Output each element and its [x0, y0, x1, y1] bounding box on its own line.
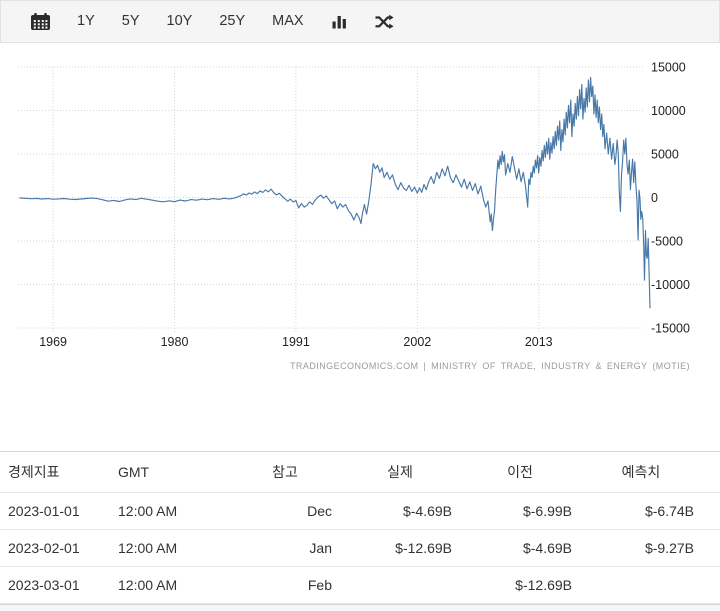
- table-header-row: 경제지표 GMT 참고 실제 이전 예측치: [0, 452, 720, 493]
- table-cell: $-6.99B: [460, 493, 580, 530]
- table-cell: $-4.69B: [460, 530, 580, 567]
- calendar-table: 경제지표 GMT 참고 실제 이전 예측치 2023-01-0112:00 AM…: [0, 451, 720, 604]
- table-cell: 12:00 AM: [110, 567, 230, 604]
- chart-gridlines: [18, 67, 645, 332]
- col-header-reference: 참고: [230, 452, 340, 493]
- range-button-10y[interactable]: 10Y: [167, 14, 193, 29]
- y-axis-label: -10000: [651, 278, 690, 292]
- table-cell: 2023-01-01: [0, 493, 110, 530]
- table-cell: $-4.69B: [340, 493, 460, 530]
- table-cell: $-6.74B: [580, 493, 720, 530]
- table-cell: Jan: [230, 530, 340, 567]
- bar-chart-icon[interactable]: [331, 13, 348, 30]
- table-cell: $-12.69B: [340, 530, 460, 567]
- y-axis-label: -5000: [651, 235, 683, 249]
- table-row[interactable]: 2023-03-0112:00 AMFeb $-12.69B: [0, 567, 720, 604]
- y-axis-label: -15000: [651, 322, 690, 336]
- range-button-25y[interactable]: 25Y: [219, 14, 245, 29]
- calendar-icon[interactable]: [31, 13, 50, 30]
- y-axis-label: 5000: [651, 148, 679, 162]
- table-cell: 2023-03-01: [0, 567, 110, 604]
- table-cell: 12:00 AM: [110, 530, 230, 567]
- table-cell: 12:00 AM: [110, 493, 230, 530]
- series-line: [20, 77, 650, 308]
- table-row[interactable]: 2023-01-0112:00 AMDec$-4.69B$-6.99B$-6.7…: [0, 493, 720, 530]
- col-header-gmt: GMT: [110, 452, 230, 493]
- chart-attribution: TRADINGECONOMICS.COM | MINISTRY OF TRADE…: [290, 361, 690, 371]
- table-cell: $-12.69B: [460, 567, 580, 604]
- table-cell: Dec: [230, 493, 340, 530]
- range-button-max[interactable]: MAX: [272, 14, 303, 29]
- col-header-actual: 실제: [340, 452, 460, 493]
- chart-canvas[interactable]: 15000 10000 5000 0 -5000 -10000 -15000 1969 1980…: [0, 43, 720, 383]
- y-axis-label: 15000: [651, 61, 686, 75]
- x-axis-label: 1991: [282, 335, 310, 349]
- table-body: 2023-01-0112:00 AMDec$-4.69B$-6.99B$-6.7…: [0, 493, 720, 604]
- table-cell: Feb: [230, 567, 340, 604]
- table-row[interactable]: 2023-02-0112:00 AMJan$-12.69B$-4.69B$-9.…: [0, 530, 720, 567]
- table-cell: [580, 567, 720, 604]
- table-cell: [340, 567, 460, 604]
- table-cell: $-9.27B: [580, 530, 720, 567]
- range-button-1y[interactable]: 1Y: [77, 14, 95, 29]
- x-axis-label: 1969: [39, 335, 67, 349]
- table-cell: 2023-02-01: [0, 530, 110, 567]
- x-axis-label: 1980: [161, 335, 189, 349]
- col-header-indicator: 경제지표: [0, 452, 110, 493]
- y-axis-label: 0: [651, 191, 658, 205]
- trade-balance-chart[interactable]: 15000 10000 5000 0 -5000 -10000 -15000 1969 1980…: [0, 43, 720, 383]
- col-header-previous: 이전: [460, 452, 580, 493]
- x-axis-label: 2002: [403, 335, 431, 349]
- col-header-forecast: 예측치: [580, 452, 720, 493]
- y-axis-label: 10000: [651, 104, 686, 118]
- shuffle-icon[interactable]: [375, 14, 394, 30]
- x-axis-label: 2013: [525, 335, 553, 349]
- range-button-5y[interactable]: 5Y: [122, 14, 140, 29]
- chart-toolbar: 1Y 5Y 10Y 25Y MAX: [0, 0, 720, 43]
